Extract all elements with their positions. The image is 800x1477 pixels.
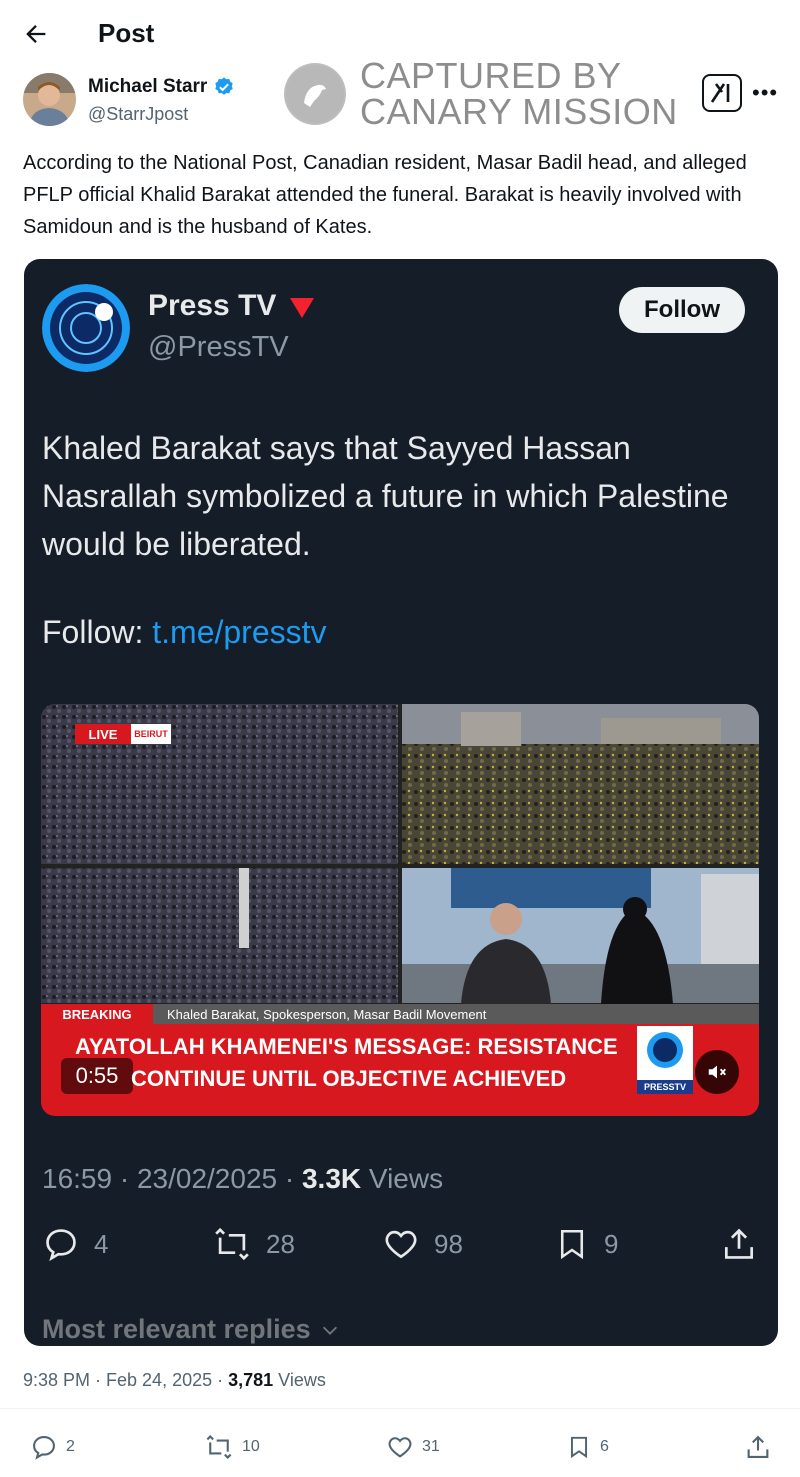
- post-views-label: Views: [273, 1370, 326, 1390]
- canary-mission-watermark: CAPTURED BY CANARY MISSION: [284, 55, 694, 133]
- author-handle[interactable]: @StarrJpost: [88, 104, 188, 125]
- headline-line2: CONTINUE UNTIL OBJECTIVE ACHIEVED: [131, 1066, 567, 1091]
- repost-button[interactable]: 10: [204, 1433, 260, 1461]
- mute-icon[interactable]: [695, 1050, 739, 1094]
- divider: [0, 1408, 800, 1409]
- quoted-repost-button[interactable]: 28: [212, 1225, 295, 1263]
- breaking-label: BREAKING: [62, 1006, 132, 1022]
- share-icon: [724, 1228, 754, 1259]
- quoted-post-card[interactable]: Press TV @PressTV Follow Khaled Barakat …: [24, 259, 778, 1346]
- presstv-handle[interactable]: @PressTV: [148, 331, 289, 364]
- grok-icon[interactable]: [702, 74, 742, 112]
- presstv-logo-text: PRESSTV: [643, 1082, 686, 1092]
- follow-button[interactable]: Follow: [619, 287, 745, 333]
- video-duration: 0:55: [75, 1063, 119, 1088]
- quoted-like-count: 98: [434, 1228, 463, 1259]
- quoted-share-button[interactable]: [720, 1225, 758, 1263]
- quoted-reply-count: 4: [94, 1228, 109, 1259]
- author-avatar[interactable]: [23, 73, 76, 126]
- headline-line1: AYATOLLAH KHAMENEI'S MESSAGE: RESISTANCE: [75, 1034, 618, 1059]
- verified-badge-icon: [215, 77, 234, 95]
- like-button[interactable]: 31: [386, 1433, 440, 1461]
- author-name[interactable]: Michael Starr: [88, 76, 235, 98]
- bookmark-count: 6: [600, 1438, 609, 1455]
- quoted-post-text: Khaled Barakat says that Sayyed Hassan N…: [42, 430, 729, 562]
- repost-icon: [206, 1435, 232, 1459]
- more-options-icon[interactable]: •••: [752, 80, 778, 106]
- bookmark-icon: [560, 1229, 584, 1260]
- live-badge: LIVE: [88, 726, 118, 742]
- bookmark-icon: [570, 1436, 588, 1459]
- reply-icon: [33, 1436, 55, 1460]
- quoted-views-label: Views: [361, 1163, 444, 1194]
- video-player[interactable]: LIVE BEIRUT BREAKING Khaled Barakat, Spo…: [41, 704, 759, 1116]
- watermark-text: CAPTURED BY CANARY MISSION: [360, 58, 678, 130]
- follow-prefix: Follow:: [42, 614, 153, 650]
- most-relevant-label[interactable]: Most relevant replies: [42, 1314, 311, 1345]
- canary-logo-icon: [284, 63, 346, 125]
- watermark-line2: CANARY MISSION: [360, 91, 678, 132]
- quoted-post-meta: 16:59 · 23/02/2025 · 3.3K Views: [42, 1163, 443, 1195]
- quoted-action-bar: 4 28 98 9: [42, 1225, 760, 1269]
- post-meta: 9:38 PM · Feb 24, 2025 · 3,781 Views: [23, 1370, 326, 1391]
- chevron-down-icon: [322, 1326, 337, 1335]
- quoted-reply-button[interactable]: 4: [42, 1225, 108, 1263]
- quoted-post-time: 16:59 · 23/02/2025 ·: [42, 1163, 302, 1194]
- page-title: Post: [98, 18, 155, 48]
- quoted-repost-count: 28: [266, 1228, 295, 1259]
- post-time[interactable]: 9:38 PM · Feb 24, 2025 ·: [23, 1370, 228, 1390]
- post-views-count: 3,781: [228, 1370, 274, 1390]
- repost-count: 10: [242, 1438, 260, 1455]
- watermark-line1: CAPTURED BY: [360, 55, 622, 96]
- reply-button[interactable]: 2: [30, 1433, 75, 1461]
- share-icon: [747, 1435, 769, 1458]
- location-badge: BEIRUT: [134, 729, 168, 739]
- bookmark-button[interactable]: 6: [566, 1433, 609, 1461]
- heart-icon: [388, 1437, 412, 1458]
- presstv-name-text[interactable]: Press TV: [148, 289, 276, 323]
- presstv-name[interactable]: Press TV: [148, 289, 315, 323]
- video-caption: Khaled Barakat, Spokesperson, Masar Badi…: [167, 1006, 487, 1022]
- follow-line: Follow: t.me/presstv: [42, 614, 327, 651]
- post-text: According to the National Post, Canadian…: [23, 152, 747, 238]
- heart-icon: [385, 1230, 417, 1259]
- post-action-bar: 2 10 31 6: [0, 1430, 800, 1466]
- quoted-bookmark-count: 9: [604, 1228, 619, 1259]
- most-relevant-replies-toggle[interactable]: Most relevant replies: [42, 1314, 341, 1345]
- reply-icon: [46, 1229, 76, 1262]
- arrow-left-icon[interactable]: [22, 20, 50, 48]
- quoted-bookmark-button[interactable]: 9: [554, 1225, 618, 1263]
- like-count: 31: [422, 1438, 440, 1455]
- author-name-text[interactable]: Michael Starr: [88, 76, 207, 98]
- share-button[interactable]: [744, 1433, 772, 1461]
- presstv-avatar[interactable]: [42, 284, 130, 372]
- quoted-like-button[interactable]: 98: [382, 1225, 463, 1263]
- reply-count: 2: [66, 1438, 75, 1455]
- telegram-link[interactable]: t.me/presstv: [152, 614, 326, 650]
- repost-icon: [215, 1227, 249, 1261]
- red-triangle-icon: [290, 298, 315, 318]
- quoted-views-count: 3.3K: [301, 1163, 362, 1194]
